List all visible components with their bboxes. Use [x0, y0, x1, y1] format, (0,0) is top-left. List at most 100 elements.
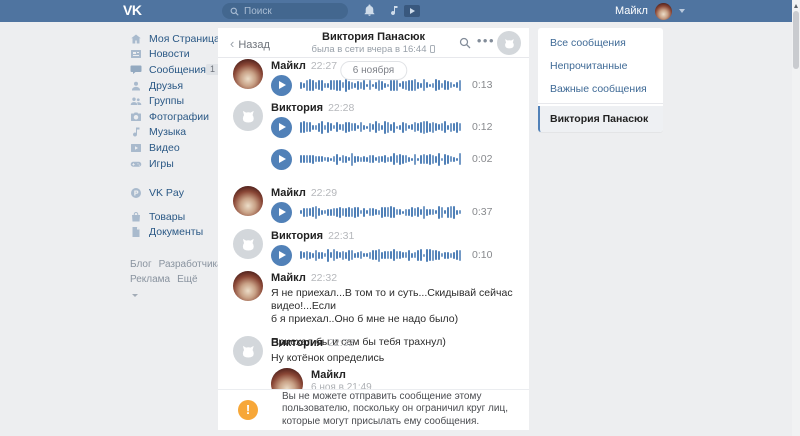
- forwarded-sender-avatar[interactable]: [271, 368, 303, 389]
- sidebar-item-market[interactable]: Товары: [130, 209, 216, 225]
- filter-important[interactable]: Важные сообщения: [538, 77, 663, 100]
- message: Виктория22:28 0:12 0:02: [233, 101, 521, 170]
- chevron-down-icon: [679, 9, 685, 13]
- message: Майкл22:290:37: [233, 186, 521, 223]
- chat-search-icon[interactable]: [459, 37, 471, 49]
- forwarded-body: Майкл6 ноя в 21:49Отлично...Мне нравится…: [311, 368, 529, 389]
- voice-waveform[interactable]: [300, 119, 464, 135]
- message: Виктория22:32Ну котёнок определисьМайкл6…: [233, 336, 521, 389]
- message-time: 22:32: [311, 272, 337, 284]
- sidebar-item-videos[interactable]: Видео: [130, 140, 216, 156]
- audio-player-play-button[interactable]: [404, 5, 420, 17]
- mobile-icon: [430, 45, 435, 53]
- sender-name[interactable]: Майкл: [271, 60, 306, 72]
- filter-selected-conversation[interactable]: Виктория Панасюк: [538, 106, 663, 132]
- date-separator: 6 ноября: [340, 61, 407, 80]
- filter-all-messages[interactable]: Все сообщения: [538, 31, 663, 54]
- sender-avatar[interactable]: [233, 336, 263, 366]
- vk-pay-icon: [130, 187, 142, 199]
- forwarded-message: Майкл6 ноя в 21:49Отлично...Мне нравится…: [271, 368, 521, 389]
- message-body: Виктория22:310:10: [271, 229, 521, 266]
- message-text: Я не приехал...В том то и суть...Скидыва…: [271, 287, 521, 326]
- sender-name[interactable]: Виктория: [271, 230, 323, 242]
- sender-avatar[interactable]: [233, 59, 263, 89]
- message-filters-card: Все сообщения Непрочитанные Важные сообщ…: [538, 28, 663, 132]
- sidebar-item-music[interactable]: Музыка: [130, 125, 216, 141]
- voice-message: 0:12: [271, 116, 521, 138]
- sidebar-item-games[interactable]: Игры: [130, 156, 216, 172]
- voice-message: 0:10: [271, 244, 521, 266]
- forwarded-date: 6 ноя в 21:49: [311, 382, 529, 389]
- sidebar-item-my-page[interactable]: Моя Страница: [130, 31, 216, 47]
- chat-more-actions-icon[interactable]: •••: [477, 33, 495, 48]
- pet-avatar-icon: [502, 36, 517, 51]
- sender-avatar[interactable]: [233, 229, 263, 259]
- cannot-message-warning: ! Вы не можете отправить сообщение этому…: [218, 389, 529, 429]
- chat-title[interactable]: Виктория Панасюк: [269, 31, 479, 43]
- sidebar-item-vk-pay[interactable]: VK Pay: [130, 185, 216, 201]
- page-scrollbar[interactable]: [792, 0, 800, 436]
- search-icon: [230, 7, 239, 16]
- footer-link-blog[interactable]: Блог: [130, 259, 152, 270]
- pet-avatar-icon: [239, 107, 258, 126]
- news-icon: [130, 48, 142, 60]
- top-search-input[interactable]: Поиск: [222, 3, 348, 19]
- voice-message: 0:37: [271, 201, 521, 223]
- forwarded-sender-name[interactable]: Майкл: [311, 369, 529, 381]
- sender-name[interactable]: Майкл: [271, 187, 306, 199]
- filter-unread[interactable]: Непрочитанные: [538, 54, 663, 77]
- voice-duration: 0:37: [472, 206, 492, 218]
- sidebar-item-messages[interactable]: Сообщения 1: [130, 62, 216, 78]
- play-button[interactable]: [271, 117, 292, 138]
- top-user-menu[interactable]: Майкл: [615, 0, 685, 22]
- voice-duration: 0:13: [472, 79, 492, 91]
- chat-header: ‹Назад Виктория Панасюк была в сети вчер…: [218, 28, 529, 58]
- music-icon[interactable]: [388, 4, 400, 17]
- play-button[interactable]: [271, 149, 292, 170]
- footer-link-ads[interactable]: Реклама: [130, 274, 170, 285]
- sidebar-item-friends[interactable]: Друзья: [130, 78, 216, 94]
- chevron-left-icon: ‹: [230, 36, 234, 51]
- scrollbar-up-arrow[interactable]: [792, 1, 800, 10]
- sender-avatar[interactable]: [233, 101, 263, 131]
- friends-icon: [130, 80, 142, 92]
- top-user-avatar: [655, 3, 672, 20]
- sidebar-item-news[interactable]: Новости: [130, 47, 216, 63]
- chat-title-block: Виктория Панасюк была в сети вчера в 16:…: [269, 31, 479, 55]
- notifications-bell-icon[interactable]: [363, 4, 376, 17]
- sidebar-item-documents[interactable]: Документы: [130, 225, 216, 241]
- sender-name[interactable]: Виктория: [271, 102, 323, 114]
- play-button[interactable]: [271, 75, 292, 96]
- chevron-down-icon: [132, 294, 138, 297]
- footer-link-more[interactable]: Ещё: [177, 274, 197, 285]
- message-body: Виктория22:32Ну котёнок определисьМайкл6…: [271, 336, 521, 389]
- voice-waveform[interactable]: [300, 151, 464, 167]
- play-button[interactable]: [271, 245, 292, 266]
- video-icon: [130, 142, 142, 154]
- chat-panel: ‹Назад Виктория Панасюк была в сети вчер…: [218, 28, 529, 430]
- voice-message: 0:02: [271, 148, 521, 170]
- sidebar-item-photos[interactable]: Фотографии: [130, 109, 216, 125]
- message-time: 22:32: [328, 337, 354, 349]
- sender-name[interactable]: Виктория: [271, 337, 323, 349]
- scrollbar-thumb[interactable]: [793, 11, 799, 69]
- back-button[interactable]: ‹Назад: [230, 36, 270, 51]
- message-header: Виктория 22:32: [271, 337, 521, 349]
- top-user-name: Майкл: [615, 5, 648, 17]
- play-button[interactable]: [271, 202, 292, 223]
- sidebar-item-groups[interactable]: Группы: [130, 93, 216, 109]
- chat-peer-avatar[interactable]: [497, 31, 521, 55]
- sender-avatar[interactable]: [233, 186, 263, 216]
- sender-name[interactable]: Майкл: [271, 272, 306, 284]
- groups-icon: [130, 95, 142, 107]
- voice-duration: 0:10: [472, 249, 492, 261]
- sender-avatar[interactable]: [233, 271, 263, 301]
- voice-waveform[interactable]: [300, 204, 464, 220]
- vk-logo[interactable]: VK: [123, 2, 141, 18]
- gamepad-icon: [130, 158, 142, 170]
- sidebar-footer-links: БлогРазработчикам РекламаЕщё: [130, 257, 216, 302]
- message-body: Виктория22:28 0:12 0:02: [271, 101, 521, 170]
- pet-avatar-icon: [239, 342, 258, 361]
- message-header: Виктория22:28: [271, 102, 521, 114]
- voice-waveform[interactable]: [300, 247, 464, 263]
